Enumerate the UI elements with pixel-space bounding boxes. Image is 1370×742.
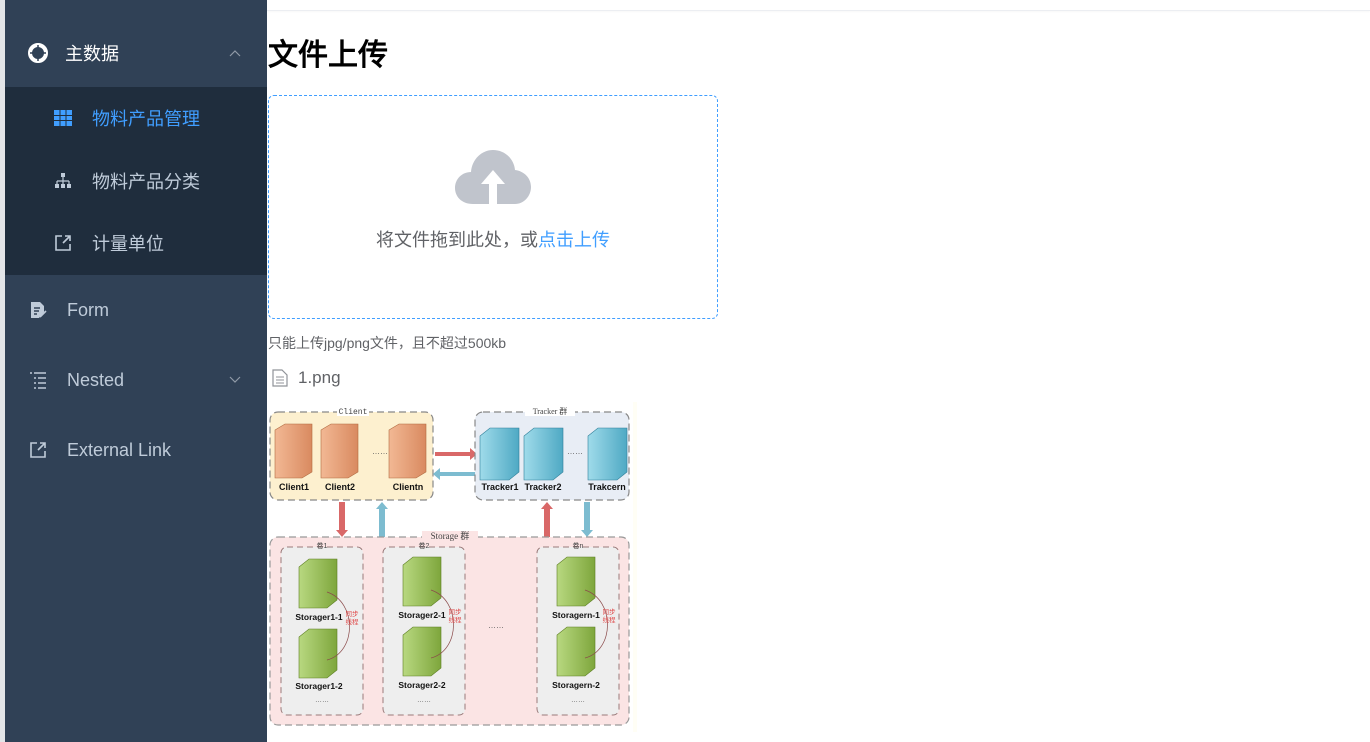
- server-storage: [298, 558, 338, 609]
- sidebar-item-unit-of-measure[interactable]: 计量单位: [5, 212, 267, 274]
- upload-cloud-icon: [455, 150, 531, 204]
- storage-group: Storage 群 卷1 Storager1-1 Storager1-2 同步 …: [269, 530, 630, 726]
- tracker-label: Tracker1: [481, 482, 518, 492]
- client-label: Client1: [279, 482, 309, 492]
- sidebar-item-label: 计量单位: [92, 234, 164, 254]
- tracker-label: Tracker2: [524, 482, 561, 492]
- image-preview: Client …… Client1 Client2 Clientn Tracke…: [267, 402, 637, 732]
- sync-label: 线程: [603, 615, 617, 624]
- sync-label: 线程: [346, 617, 360, 626]
- sync-label: 线程: [449, 615, 463, 624]
- upload-dropzone[interactable]: 将文件拖到此处，或点击上传: [268, 95, 718, 319]
- uploaded-file-item[interactable]: 1.png: [272, 366, 341, 390]
- server-tracker-1: [479, 427, 520, 481]
- upload-tip: 只能上传jpg/png文件，且不超过500kb: [268, 335, 507, 351]
- ellipsis: ……: [488, 621, 504, 630]
- menu-form-label: Form: [67, 299, 109, 320]
- sidebar-item-label: 物料产品分类: [92, 172, 200, 192]
- server-client-n: [388, 423, 427, 479]
- sync-label: 同步: [449, 608, 463, 616]
- sync-label: 同步: [603, 608, 617, 616]
- tracker-label: Trakcern: [588, 482, 626, 492]
- external-link-icon: [53, 233, 73, 253]
- file-name: 1.png: [298, 368, 341, 387]
- ellipsis: ……: [372, 447, 388, 456]
- volume-label: 卷n: [573, 541, 584, 550]
- sync-label: 同步: [346, 610, 360, 618]
- volume-label: 卷2: [419, 541, 430, 550]
- menu-external-link[interactable]: External Link: [5, 415, 267, 485]
- chevron-down-icon: [229, 373, 241, 387]
- menu-nested-label: Nested: [67, 369, 125, 390]
- server-storage: [402, 626, 442, 677]
- menu-form[interactable]: Form: [5, 275, 267, 345]
- storage-node-label: Storagern-2: [552, 680, 600, 690]
- tracker-group-label: Tracker 群: [533, 406, 568, 416]
- drop-hint: 将文件拖到此处，或: [376, 230, 538, 250]
- click-upload-link[interactable]: 点击上传: [538, 230, 610, 250]
- storage-node-label: Storager2-1: [398, 610, 446, 620]
- storage-node-label: Storager1-2: [295, 681, 343, 691]
- upload-drop-text: 将文件拖到此处，或点击上传: [269, 226, 717, 252]
- menu-external-link-label: External Link: [67, 439, 172, 460]
- external-link-icon: [27, 439, 49, 461]
- client-label: Client2: [325, 482, 355, 492]
- server-storage: [556, 556, 596, 607]
- lifebuoy-icon: [27, 42, 49, 64]
- page-title: 文件上传: [268, 39, 388, 72]
- server-storage: [402, 556, 442, 607]
- storage-node-label: Storagern-1: [552, 610, 600, 620]
- tree-icon: [53, 171, 73, 191]
- ellipsis: ……: [417, 697, 431, 704]
- storage-group-label: Storage 群: [431, 530, 470, 541]
- storage-node-label: Storager2-2: [398, 680, 446, 690]
- menu-master-data[interactable]: 主数据: [5, 18, 267, 87]
- menu-master-data-label: 主数据: [65, 43, 119, 64]
- menu-nested[interactable]: Nested: [5, 345, 267, 415]
- submenu-master-data: 物料产品管理 物料产品分类 计量单位: [5, 87, 267, 275]
- form-icon: [27, 299, 49, 321]
- table-icon: [53, 108, 73, 128]
- tracker-group: Tracker 群 …… Tracker1 Tracker2 Trakcern: [474, 406, 630, 501]
- server-storage: [298, 628, 338, 679]
- server-client-1: [274, 423, 313, 479]
- volume-label: 卷1: [317, 541, 328, 550]
- ellipsis: ……: [571, 697, 585, 704]
- chevron-up-icon: [229, 46, 241, 60]
- ellipsis: ……: [315, 697, 329, 704]
- navbar: [267, 0, 1370, 11]
- sidebar: 主数据 物料产品管理 物料产品分类 计量单位 Form Nested Exter…: [5, 0, 267, 742]
- sidebar-item-material-product-category[interactable]: 物料产品分类: [5, 150, 267, 212]
- server-storage: [556, 626, 596, 677]
- server-tracker-n: [587, 427, 628, 481]
- nested-list-icon: [27, 369, 49, 391]
- document-icon: [272, 369, 288, 387]
- client-group: Client …… Client1 Client2 Clientn: [269, 406, 434, 501]
- client-label: Clientn: [393, 482, 424, 492]
- storage-node-label: Storager1-1: [295, 612, 343, 622]
- server-tracker-2: [523, 427, 564, 481]
- sidebar-item-material-product-management[interactable]: 物料产品管理: [5, 87, 267, 149]
- ellipsis: ……: [567, 447, 583, 456]
- client-group-label: Client: [339, 408, 368, 417]
- sidebar-item-label: 物料产品管理: [92, 109, 200, 129]
- server-client-2: [320, 423, 359, 479]
